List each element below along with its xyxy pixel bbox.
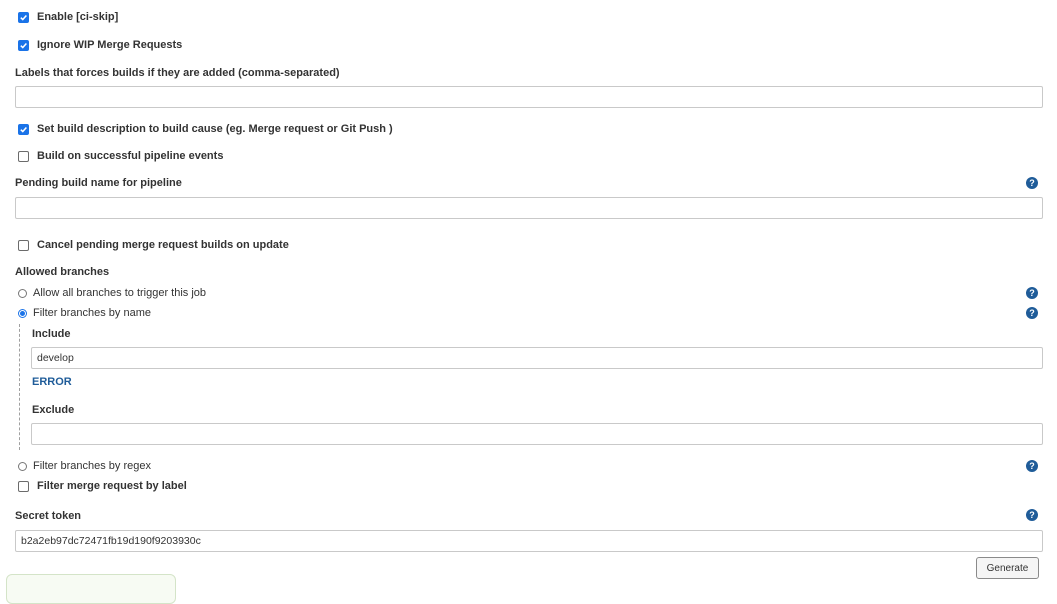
exclude-label: Exclude: [32, 404, 75, 416]
help-icon[interactable]: ?: [1026, 307, 1038, 319]
enable-ci-skip-row[interactable]: Enable [ci-skip]: [18, 10, 118, 24]
cancel-pending-row[interactable]: Cancel pending merge request builds on u…: [18, 238, 289, 252]
enable-ci-skip-checkbox[interactable]: [18, 11, 29, 23]
ignore-wip-label: Ignore WIP Merge Requests: [37, 39, 183, 51]
set-build-description-label: Set build description to build cause (eg…: [37, 123, 393, 135]
bottom-panel-edge: [6, 574, 176, 604]
set-build-description-checkbox[interactable]: [18, 123, 29, 135]
build-on-pipeline-label: Build on successful pipeline events: [37, 150, 224, 162]
build-on-pipeline-row[interactable]: Build on successful pipeline events: [18, 149, 223, 163]
checkmark-icon: [20, 42, 27, 49]
ignore-wip-checkbox[interactable]: [18, 39, 29, 51]
help-icon[interactable]: ?: [1026, 287, 1038, 299]
filter-by-name-label: Filter branches by name: [33, 307, 151, 319]
help-icon[interactable]: ?: [1026, 460, 1038, 472]
allow-all-branches-label: Allow all branches to trigger this job: [33, 287, 207, 299]
filter-by-name-radio[interactable]: [18, 308, 27, 318]
cancel-pending-checkbox[interactable]: [18, 239, 29, 251]
pending-build-label: Pending build name for pipeline: [15, 177, 182, 189]
ignore-wip-row[interactable]: Ignore WIP Merge Requests: [18, 38, 182, 52]
checkmark-icon: [20, 126, 27, 133]
help-icon[interactable]: ?: [1026, 509, 1038, 521]
allow-all-branches-row[interactable]: Allow all branches to trigger this job: [18, 286, 206, 300]
filter-by-name-row[interactable]: Filter branches by name: [18, 306, 151, 320]
allowed-branches-label: Allowed branches: [15, 266, 110, 278]
set-build-description-row[interactable]: Set build description to build cause (eg…: [18, 122, 393, 136]
generate-button[interactable]: Generate: [976, 557, 1039, 579]
build-on-pipeline-checkbox[interactable]: [18, 150, 29, 162]
secret-token-input[interactable]: b2a2eb97dc72471fb19d190f9203930c: [15, 530, 1043, 552]
labels-force-input[interactable]: [15, 86, 1043, 108]
include-input[interactable]: develop: [31, 347, 1043, 369]
pending-build-input[interactable]: [15, 197, 1043, 219]
filter-by-label-checkbox[interactable]: [18, 480, 29, 492]
checkmark-icon: [20, 14, 27, 21]
nested-section-guide: [19, 324, 20, 450]
cancel-pending-label: Cancel pending merge request builds on u…: [37, 239, 289, 251]
filter-by-regex-label: Filter branches by regex: [33, 460, 151, 472]
include-error: ERROR: [32, 376, 72, 388]
help-icon[interactable]: ?: [1026, 177, 1038, 189]
filter-by-label-row[interactable]: Filter merge request by label: [18, 479, 187, 493]
include-label: Include: [32, 328, 71, 340]
exclude-input[interactable]: [31, 423, 1043, 445]
secret-token-label: Secret token: [15, 510, 82, 522]
filter-by-label-label: Filter merge request by label: [37, 480, 187, 492]
enable-ci-skip-label: Enable [ci-skip]: [37, 11, 119, 23]
filter-by-regex-radio[interactable]: [18, 461, 27, 471]
labels-force-label: Labels that forces builds if they are ad…: [15, 67, 340, 79]
allow-all-branches-radio[interactable]: [18, 288, 27, 298]
filter-by-regex-row[interactable]: Filter branches by regex: [18, 459, 151, 473]
